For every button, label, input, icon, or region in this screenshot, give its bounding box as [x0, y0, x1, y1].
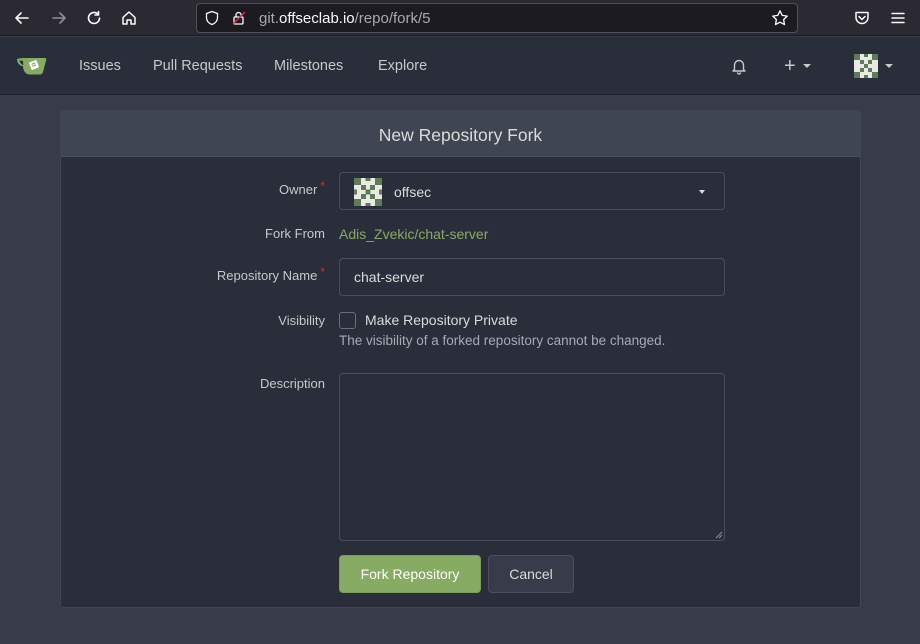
fork-form-panel: New Repository Fork Owner * offsec Fork F… — [60, 110, 861, 608]
plus-icon: + — [784, 55, 796, 77]
fork-repository-button[interactable]: Fork Repository — [339, 555, 481, 593]
private-checkbox-label[interactable]: Make Repository Private — [365, 312, 518, 328]
private-checkbox[interactable] — [339, 312, 356, 329]
avatar — [854, 54, 878, 78]
visibility-label: Visibility — [278, 313, 325, 328]
url-bar[interactable]: git.offseclab.io/repo/fork/5 — [196, 3, 798, 33]
owner-label: Owner * — [279, 179, 325, 197]
description-label: Description — [259, 376, 325, 391]
forward-arrow-icon[interactable] — [45, 4, 73, 32]
fork-from-link[interactable]: Adis_Zvekic/chat-server — [339, 226, 488, 242]
repo-name-label: Repository Name * — [216, 265, 325, 283]
owner-value: offsec — [394, 184, 432, 200]
notifications-button[interactable] — [730, 53, 748, 79]
chevron-down-icon — [885, 64, 893, 68]
repo-name-label-text: Repository Name — [216, 268, 318, 283]
pocket-icon[interactable] — [848, 4, 876, 32]
url-host: offseclab.io — [279, 10, 355, 27]
nav-milestones[interactable]: Milestones — [274, 58, 343, 74]
user-menu-button[interactable] — [854, 53, 893, 79]
page-title: New Repository Fork — [378, 125, 543, 145]
owner-label-text: Owner — [279, 182, 318, 197]
nav-explore[interactable]: Explore — [378, 58, 427, 74]
star-icon[interactable] — [771, 9, 789, 27]
shield-icon[interactable] — [204, 10, 220, 26]
description-textarea[interactable] — [339, 373, 725, 541]
dropdown-caret-icon — [699, 190, 705, 194]
nav-pull-requests[interactable]: Pull Requests — [153, 58, 242, 74]
chevron-down-icon — [802, 64, 811, 68]
resize-grip-icon[interactable] — [713, 529, 723, 539]
required-marker: * — [320, 265, 325, 279]
nav-issues[interactable]: Issues — [79, 58, 121, 74]
url-path: /repo/fork/5 — [354, 10, 431, 27]
fork-from-label: Fork From — [265, 226, 325, 241]
url-text[interactable]: git.offseclab.io/repo/fork/5 — [259, 10, 431, 27]
cancel-button[interactable]: Cancel — [488, 555, 574, 593]
browser-toolbar: git.offseclab.io/repo/fork/5 — [0, 0, 920, 36]
required-marker: * — [320, 179, 325, 193]
bell-icon — [732, 59, 746, 75]
home-icon[interactable] — [115, 4, 143, 32]
panel-header: New Repository Fork — [61, 111, 860, 157]
app-navbar: Issues Pull Requests Milestones Explore … — [0, 37, 920, 95]
lock-icon[interactable] — [231, 10, 247, 26]
back-arrow-icon[interactable] — [8, 4, 36, 32]
hamburger-menu-icon[interactable] — [884, 4, 912, 32]
repo-name-input[interactable] — [339, 258, 725, 296]
reload-icon[interactable] — [80, 4, 108, 32]
owner-dropdown[interactable]: offsec — [339, 172, 725, 210]
visibility-help-text: The visibility of a forked repository ca… — [339, 333, 666, 348]
url-host-prefix: git. — [259, 10, 280, 27]
create-menu-button[interactable]: + — [784, 53, 811, 79]
owner-avatar — [354, 178, 382, 206]
gitea-logo-icon[interactable] — [16, 53, 50, 79]
